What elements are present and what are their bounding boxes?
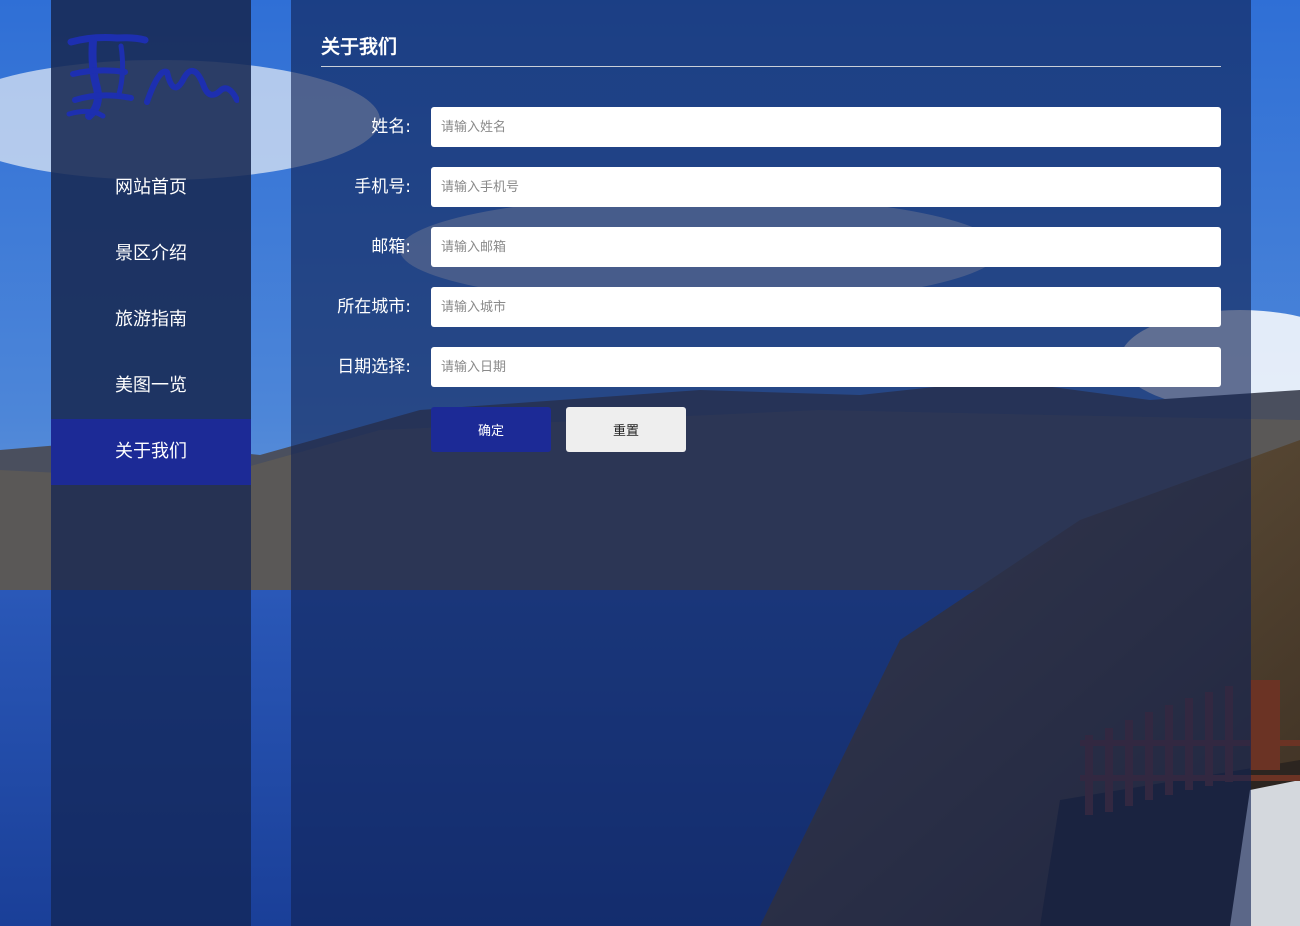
city-input[interactable] — [431, 287, 1221, 327]
name-input[interactable] — [431, 107, 1221, 147]
form-row-name: 姓名: — [321, 107, 1221, 147]
date-label: 日期选择: — [337, 357, 411, 377]
email-input[interactable] — [431, 227, 1221, 267]
contact-form: 姓名: 手机号: 邮箱: 所在城市: 日期选择: 确定 重置 — [321, 107, 1221, 452]
phone-input[interactable] — [431, 167, 1221, 207]
phone-label: 手机号: — [354, 177, 411, 197]
form-row-city: 所在城市: — [321, 287, 1221, 327]
reset-button[interactable]: 重置 — [566, 407, 686, 452]
sidebar: 网站首页 景区介绍 旅游指南 美图一览 关于我们 — [51, 0, 251, 926]
nav-item-about-us[interactable]: 关于我们 — [51, 419, 251, 485]
main-panel: 关于我们 姓名: 手机号: 邮箱: 所在城市: 日期选择: 确定 重置 — [291, 0, 1251, 926]
nav-item-travel-guide[interactable]: 旅游指南 — [51, 287, 251, 353]
form-row-date: 日期选择: — [321, 347, 1221, 387]
page-title: 关于我们 — [321, 36, 398, 58]
nav-item-scenic-intro[interactable]: 景区介绍 — [51, 221, 251, 287]
title-divider — [321, 66, 1221, 67]
sidebar-menu-panel: 网站首页 景区介绍 旅游指南 美图一览 关于我们 — [51, 0, 251, 485]
nav-item-gallery[interactable]: 美图一览 — [51, 353, 251, 419]
name-label: 姓名: — [371, 117, 411, 137]
main-nav: 网站首页 景区介绍 旅游指南 美图一览 关于我们 — [51, 155, 251, 485]
calligraphy-logo-icon[interactable] — [63, 28, 240, 128]
email-label: 邮箱: — [371, 237, 411, 257]
date-input[interactable] — [431, 347, 1221, 387]
city-label: 所在城市: — [337, 297, 411, 317]
form-row-email: 邮箱: — [321, 227, 1221, 267]
form-row-phone: 手机号: — [321, 167, 1221, 207]
nav-item-home[interactable]: 网站首页 — [51, 155, 251, 221]
form-actions: 确定 重置 — [321, 407, 1221, 452]
confirm-button[interactable]: 确定 — [431, 407, 551, 452]
